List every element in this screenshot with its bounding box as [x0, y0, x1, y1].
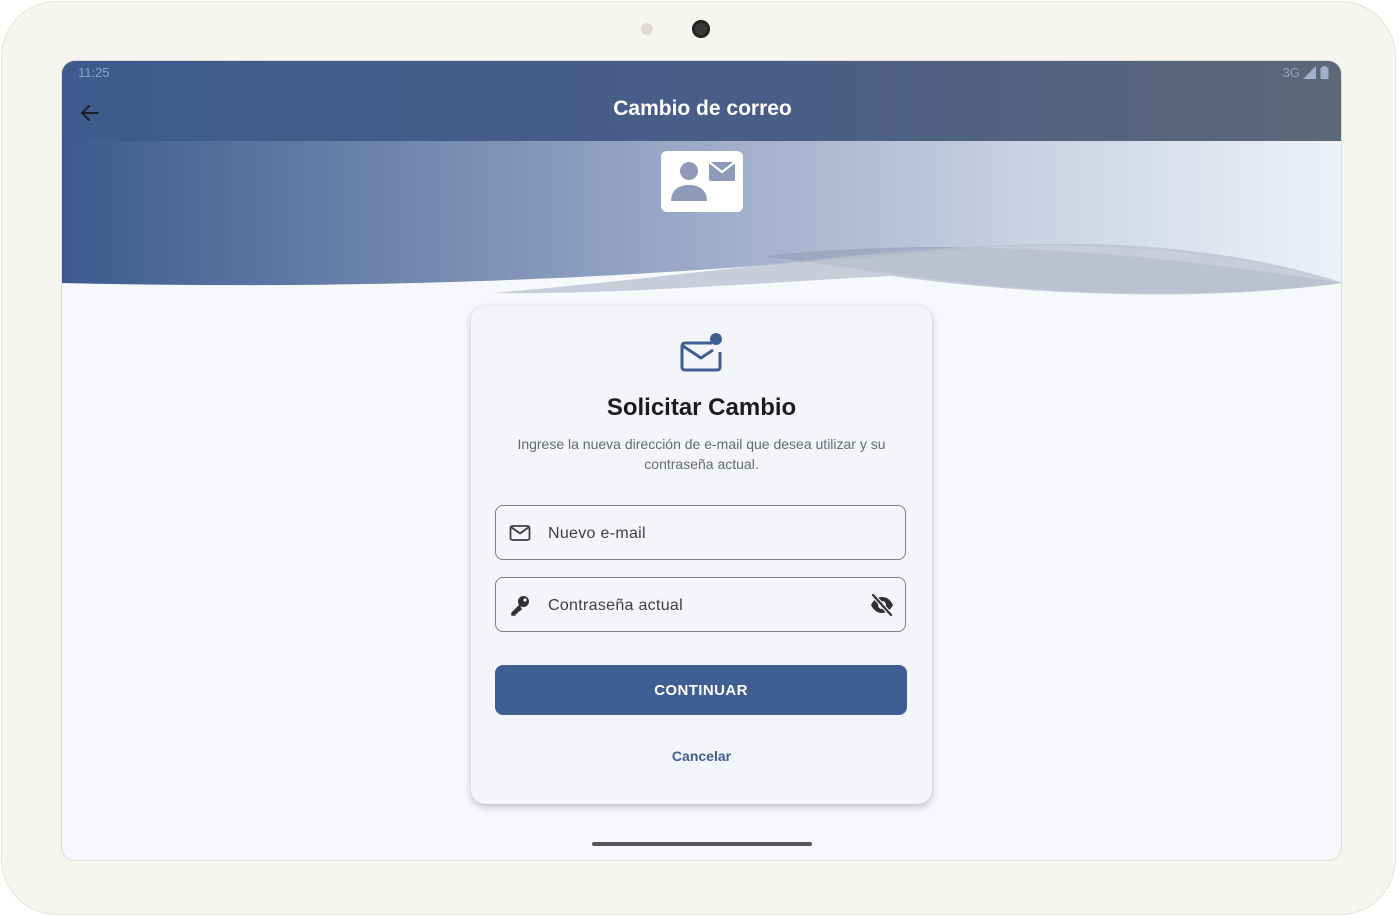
email-field[interactable]	[495, 505, 906, 561]
tablet-frame: 11:25 3G Cambio de correo Solicitar Camb…	[1, 1, 1396, 915]
cancel-button[interactable]: Cancelar	[631, 738, 772, 774]
password-field[interactable]	[495, 577, 906, 633]
mark-email-unread-icon	[680, 333, 722, 372]
status-time: 11:25	[78, 65, 110, 80]
password-input[interactable]	[546, 578, 850, 633]
status-indicators: 3G	[1283, 65, 1329, 80]
visibility-off-icon[interactable]	[869, 592, 895, 618]
key-icon	[511, 596, 529, 616]
app-screen: 11:25 3G Cambio de correo Solicitar Camb…	[61, 60, 1342, 861]
email-input[interactable]	[546, 506, 850, 561]
card-title: Solicitar Cambio	[606, 394, 797, 421]
home-indicator[interactable]	[592, 842, 812, 846]
network-type: 3G	[1282, 65, 1300, 80]
change-email-card: Solicitar Cambio Ingrese la nueva direcc…	[471, 306, 932, 804]
light-sensor	[641, 23, 653, 35]
page-title: Cambio de correo	[613, 97, 792, 120]
mail-outline-icon	[509, 525, 531, 541]
signal-icon	[1303, 66, 1316, 79]
contact-mail-icon	[661, 151, 743, 212]
battery-icon	[1320, 66, 1329, 79]
card-description: Ingrese la nueva dirección de e-mail que…	[517, 436, 886, 472]
front-camera	[692, 20, 710, 38]
continue-button[interactable]: CONTINUAR	[495, 665, 907, 715]
app-bar: 11:25 3G Cambio de correo	[62, 61, 1341, 141]
